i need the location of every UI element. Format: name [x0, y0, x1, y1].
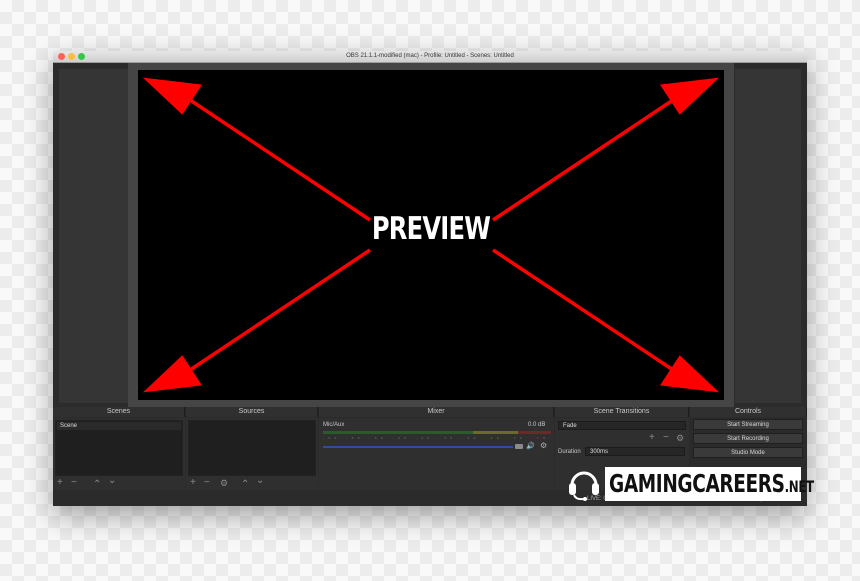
meter-green-segment: [323, 431, 473, 434]
left-panel: [59, 69, 137, 403]
remove-source-button[interactable]: −: [204, 478, 210, 488]
arrow-head-bottom-left: [142, 355, 203, 393]
arrow-line-bottom-right: [492, 248, 674, 372]
duration-field[interactable]: 300ms: [585, 447, 685, 456]
watermark-brand: GAMINGCAREERS: [609, 469, 785, 498]
volume-meter: [323, 431, 551, 434]
preview-frame: PREVIEW: [128, 63, 734, 407]
obs-window: OBS 21.1.1-modified (mac) - Profile: Unt…: [53, 51, 807, 506]
controls-header: Controls: [690, 407, 807, 417]
mixer-gear-icon[interactable]: ⚙: [540, 441, 547, 450]
arrow-head-top-right: [659, 77, 720, 115]
arrow-line-bottom-left: [189, 248, 371, 372]
arrow-head-bottom-right: [659, 355, 720, 393]
arrow-line-top-left: [189, 98, 371, 222]
mixer-dock: Mic/Aux 0.0 dB -60 -55 -50 -45 -40 -35 -…: [319, 418, 597, 490]
preview-canvas[interactable]: PREVIEW: [138, 70, 724, 400]
watermark-text: GAMINGCAREERS.NET: [609, 470, 814, 501]
sources-list[interactable]: [188, 420, 316, 476]
transition-gear-icon[interactable]: ⚙: [676, 433, 684, 443]
scene-item[interactable]: Scene: [57, 422, 181, 430]
mixer-channel-name: Mic/Aux: [323, 422, 345, 428]
sources-header: Sources: [186, 407, 318, 417]
preview-label: PREVIEW: [371, 211, 491, 247]
window-title: OBS 21.1.1-modified (mac) - Profile: Unt…: [346, 53, 514, 59]
volume-slider[interactable]: [323, 446, 513, 448]
remove-transition-button[interactable]: −: [663, 433, 669, 443]
meter-red-segment: [518, 431, 551, 434]
meter-yellow-segment: [473, 431, 518, 434]
remove-scene-button[interactable]: −: [71, 478, 77, 488]
add-scene-button[interactable]: +: [57, 478, 63, 488]
mixer-header: Mixer: [319, 407, 554, 417]
add-transition-button[interactable]: +: [649, 433, 655, 443]
source-down-button[interactable]: ⌄: [256, 476, 264, 486]
scenes-list[interactable]: Scene: [55, 420, 183, 476]
sources-dock: + − ⚙ ⌃ ⌄: [186, 418, 318, 490]
dock-headers: Scenes Sources Mixer Scene Transitions C…: [53, 407, 807, 417]
volume-slider-handle[interactable]: [515, 444, 523, 449]
title-bar: OBS 21.1.1-modified (mac) - Profile: Unt…: [53, 51, 807, 63]
scenes-header: Scenes: [53, 407, 185, 417]
arrow-head-top-left: [142, 77, 203, 115]
scene-up-button[interactable]: ⌃: [93, 480, 101, 490]
duration-label: Duration: [558, 449, 581, 455]
watermark-tld: .NET: [784, 477, 814, 496]
mute-speaker-icon[interactable]: 🔊: [526, 442, 535, 450]
preview-area: PREVIEW: [53, 63, 807, 407]
mixer-level: 0.0 dB: [528, 422, 546, 428]
start-streaming-button[interactable]: Start Streaming: [693, 419, 803, 430]
add-source-button[interactable]: +: [190, 478, 196, 488]
headset-icon: [569, 471, 599, 501]
studio-mode-button[interactable]: Studio Mode: [693, 447, 803, 458]
scenes-dock: Scene + − ⌃ ⌄: [53, 418, 185, 490]
gamingcareers-watermark: GAMINGCAREERS.NET: [605, 467, 814, 501]
start-recording-button[interactable]: Start Recording: [693, 433, 803, 444]
transitions-header: Scene Transitions: [555, 407, 689, 417]
arrow-line-top-right: [492, 98, 674, 222]
scene-down-button[interactable]: ⌄: [108, 476, 116, 486]
source-properties-gear-icon[interactable]: ⚙: [220, 478, 228, 488]
right-panel: [735, 69, 801, 403]
transition-select[interactable]: Fade: [558, 421, 686, 430]
source-up-button[interactable]: ⌃: [241, 480, 249, 490]
